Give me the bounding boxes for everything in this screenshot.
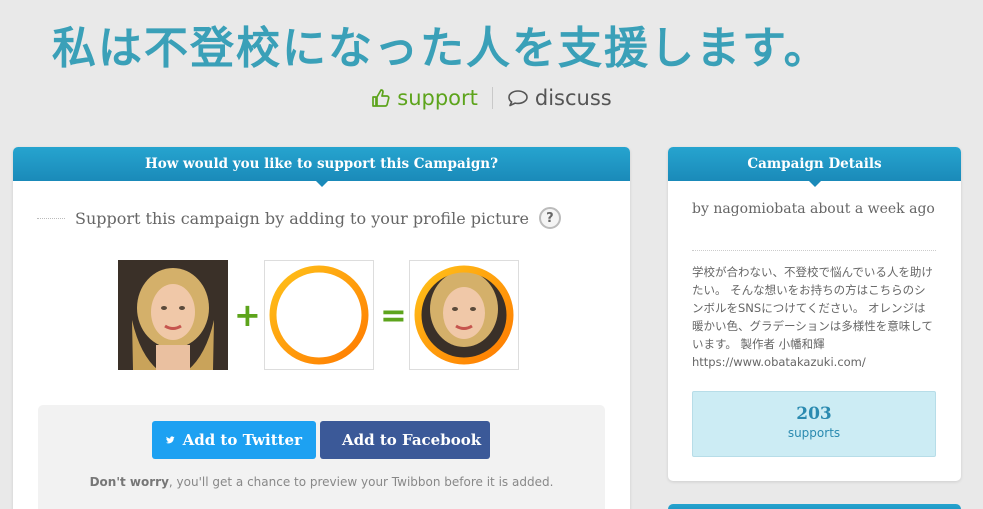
profile-photo xyxy=(118,260,228,370)
twitter-button-label: Add to Twitter xyxy=(182,431,302,449)
support-panel: How would you like to support this Campa… xyxy=(13,147,630,509)
facebook-button-label: Add to Facebook xyxy=(342,431,482,449)
support-panel-header: How would you like to support this Campa… xyxy=(13,147,630,187)
preview-notice: Don't worry, you'll get a chance to prev… xyxy=(38,475,605,489)
twitter-bird-icon xyxy=(166,436,175,444)
support-label: support xyxy=(397,86,478,110)
add-to-facebook-button[interactable]: Add to Facebook xyxy=(320,421,490,459)
support-link[interactable]: support xyxy=(371,86,478,110)
add-to-twitter-button[interactable]: Add to Twitter xyxy=(152,421,316,459)
twibbon-ring xyxy=(264,260,374,370)
question-icon[interactable]: ? xyxy=(538,207,561,229)
page-title: 私は不登校になった人を支援します。 xyxy=(52,23,830,74)
equals-symbol: = xyxy=(380,296,407,334)
campaign-details-header: Campaign Details xyxy=(668,147,961,187)
support-prompt: Support this campaign by adding to your … xyxy=(75,208,529,228)
discuss-label: discuss xyxy=(534,86,612,110)
support-prompt-row: Support this campaign by adding to your … xyxy=(37,207,607,229)
nav-divider xyxy=(491,87,493,109)
result-photo xyxy=(409,260,519,370)
campaign-nav: support discuss xyxy=(0,86,983,110)
supports-counter: 203 supports xyxy=(692,391,936,457)
preview-notice-bold: Don't worry xyxy=(89,475,169,489)
plus-symbol: + xyxy=(234,296,261,334)
campaign-byline: by nagomiobata about a week ago xyxy=(692,201,935,217)
thumbs-up-icon xyxy=(372,89,390,107)
preview-notice-text: , you'll get a chance to preview your Tw… xyxy=(168,475,554,489)
dotted-rule xyxy=(37,217,65,219)
supports-count: 203 xyxy=(796,404,832,424)
discuss-link[interactable]: discuss xyxy=(507,86,612,110)
details-divider xyxy=(692,250,936,251)
supports-label: supports xyxy=(787,426,841,440)
speech-bubble-icon xyxy=(508,90,528,107)
next-panel-header xyxy=(668,504,961,509)
campaign-description: 学校が合わない、不登校で悩んでいる人を助けたい。 そんな想いをお持ちの方はこちら… xyxy=(692,265,933,369)
campaign-details-panel: Campaign Details by nagomiobata about a … xyxy=(668,147,961,481)
add-buttons-area: Add to Twitter Add to Facebook Don't wor… xyxy=(38,405,605,509)
